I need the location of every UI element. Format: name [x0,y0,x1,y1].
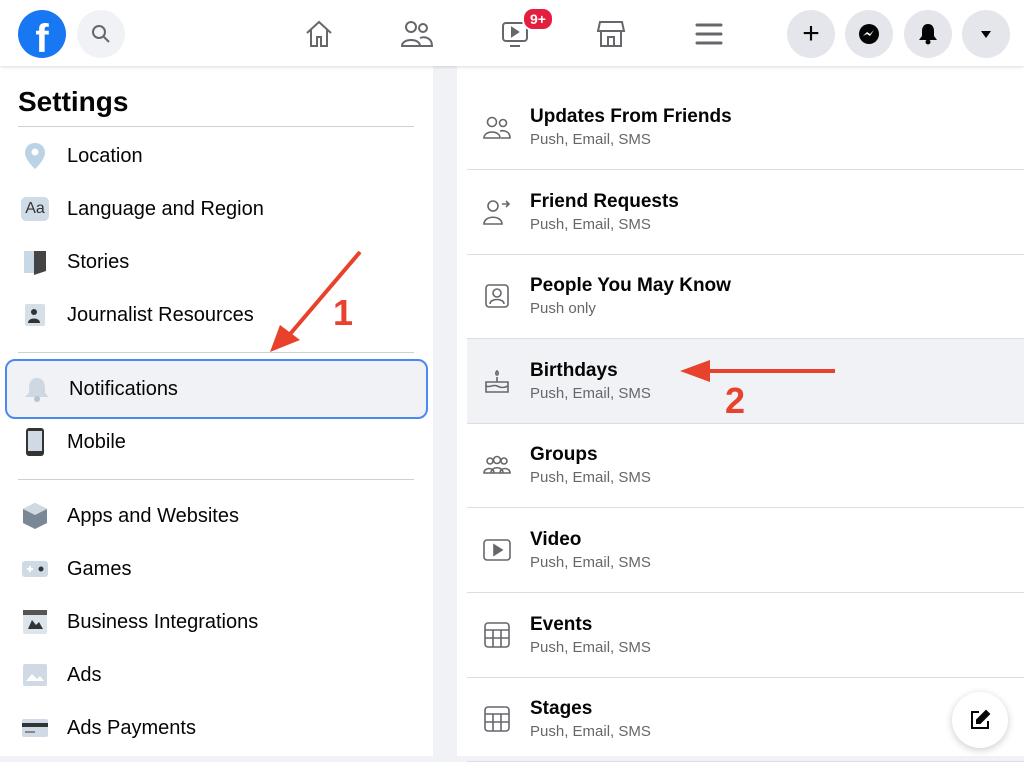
mobile-icon [20,427,50,457]
journalist-icon [20,300,50,330]
create-plus-button[interactable]: + [787,10,835,58]
row-title: Friend Requests [530,190,679,212]
row-subtitle: Push, Email, SMS [530,638,651,656]
stories-icon [20,247,50,277]
sidebar-item-mobile[interactable]: Mobile [5,417,428,467]
sidebar-item-apps-and-websites[interactable]: Apps and Websites [5,491,428,541]
top-nav-bar: f 9+ + [0,0,1024,66]
sidebar-item-notifications[interactable]: Notifications [5,359,428,419]
row-title: Stages [530,698,593,720]
notification-row-groups[interactable]: Groups Push, Email, SMS [467,423,1024,509]
sidebar-item-ads-payments[interactable]: Ads Payments [5,703,428,753]
row-subtitle: Push, Email, SMS [530,215,651,233]
groups-icon [482,453,512,477]
calendar-icon [482,621,512,649]
sidebar-item-label: Business Integrations [67,610,259,633]
row-title: Events [530,613,593,635]
divider [18,352,414,353]
notification-row-stages[interactable]: Stages Push, Email, SMS [467,677,1024,762]
menu-icon[interactable] [689,14,729,54]
sidebar-item-label: Stories [67,250,130,273]
sidebar-item-language-and-region[interactable]: Aa Language and Region [5,184,428,234]
location-pin-icon [20,141,50,171]
notification-row-events[interactable]: Events Push, Email, SMS [467,593,1024,678]
messenger-icon[interactable] [845,10,893,58]
row-title: Video [530,529,582,550]
sidebar-item-games[interactable]: Games [5,544,428,594]
marketplace-icon[interactable] [591,14,631,54]
row-subtitle: Push, Email, SMS [530,723,651,741]
sidebar-item-label: Games [67,557,132,580]
notification-row-updates-from-friends[interactable]: Updates From Friends Push, Email, SMS [467,85,1024,170]
row-title: Birthdays [530,359,618,381]
row-title: People You May Know [530,275,731,297]
payment-card-icon [20,713,50,743]
notification-badge: 9+ [522,7,554,31]
sidebar-item-label: Ads Payments [67,716,196,739]
annotation-step-1: 1 [333,292,354,333]
bell-icon[interactable] [904,10,952,58]
notification-row-video[interactable]: Video Push, Email, SMS [467,508,1024,593]
sidebar-item-label: Journalist Resources [67,303,254,326]
row-title: Groups [530,444,598,466]
friend-request-icon [482,198,512,226]
notification-row-birthdays[interactable]: Birthdays Push, Email, SMS [467,338,1024,424]
sidebar-item-label: Notifications [69,377,178,400]
people-icon [482,282,512,310]
facebook-logo[interactable]: f [18,10,66,61]
row-title: Updates From Friends [530,106,732,127]
row-subtitle: Push only [530,300,596,318]
language-icon: Aa [20,194,50,224]
bell-icon [22,374,52,404]
sidebar-item-label: Language and Region [67,197,264,220]
sidebar-item-stories[interactable]: Stories [5,237,428,287]
notification-row-people-you-may-know[interactable]: People You May Know Push only [467,254,1024,340]
sidebar-item-journalist-resources[interactable]: Journalist Resources [5,290,428,340]
page-title: Settings [18,86,129,117]
sidebar-item-location[interactable]: Location [5,131,428,181]
annotation-step-2: 2 [725,380,746,421]
business-icon [20,607,50,637]
divider [18,479,414,480]
account-caret-down-icon[interactable] [962,10,1010,58]
games-icon [20,554,50,584]
notification-row-friend-requests[interactable]: Friend Requests Push, Email, SMS [467,170,1024,255]
sidebar-item-label: Ads [67,663,102,686]
row-subtitle: Push, Email, SMS [530,469,651,487]
video-icon [482,538,512,562]
sidebar-item-label: Location [67,144,143,167]
home-icon[interactable] [299,14,339,54]
new-message-button[interactable] [952,692,1008,748]
row-subtitle: Push, Email, SMS [530,384,651,402]
divider [18,126,414,127]
row-subtitle: Push, Email, SMS [530,554,651,571]
friends-icon [482,114,512,140]
sidebar-item-ads[interactable]: Ads [5,650,428,700]
sidebar-item-label: Mobile [67,430,126,453]
sidebar-item-business-integrations[interactable]: Business Integrations [5,597,428,647]
row-subtitle: Push, Email, SMS [530,131,651,148]
apps-icon [20,501,50,531]
search-icon[interactable] [77,10,125,58]
calendar-icon [482,705,512,733]
friends-icon[interactable] [397,14,437,54]
sidebar-item-label: Apps and Websites [67,504,239,527]
ads-icon [20,660,50,690]
cake-icon [482,368,512,394]
